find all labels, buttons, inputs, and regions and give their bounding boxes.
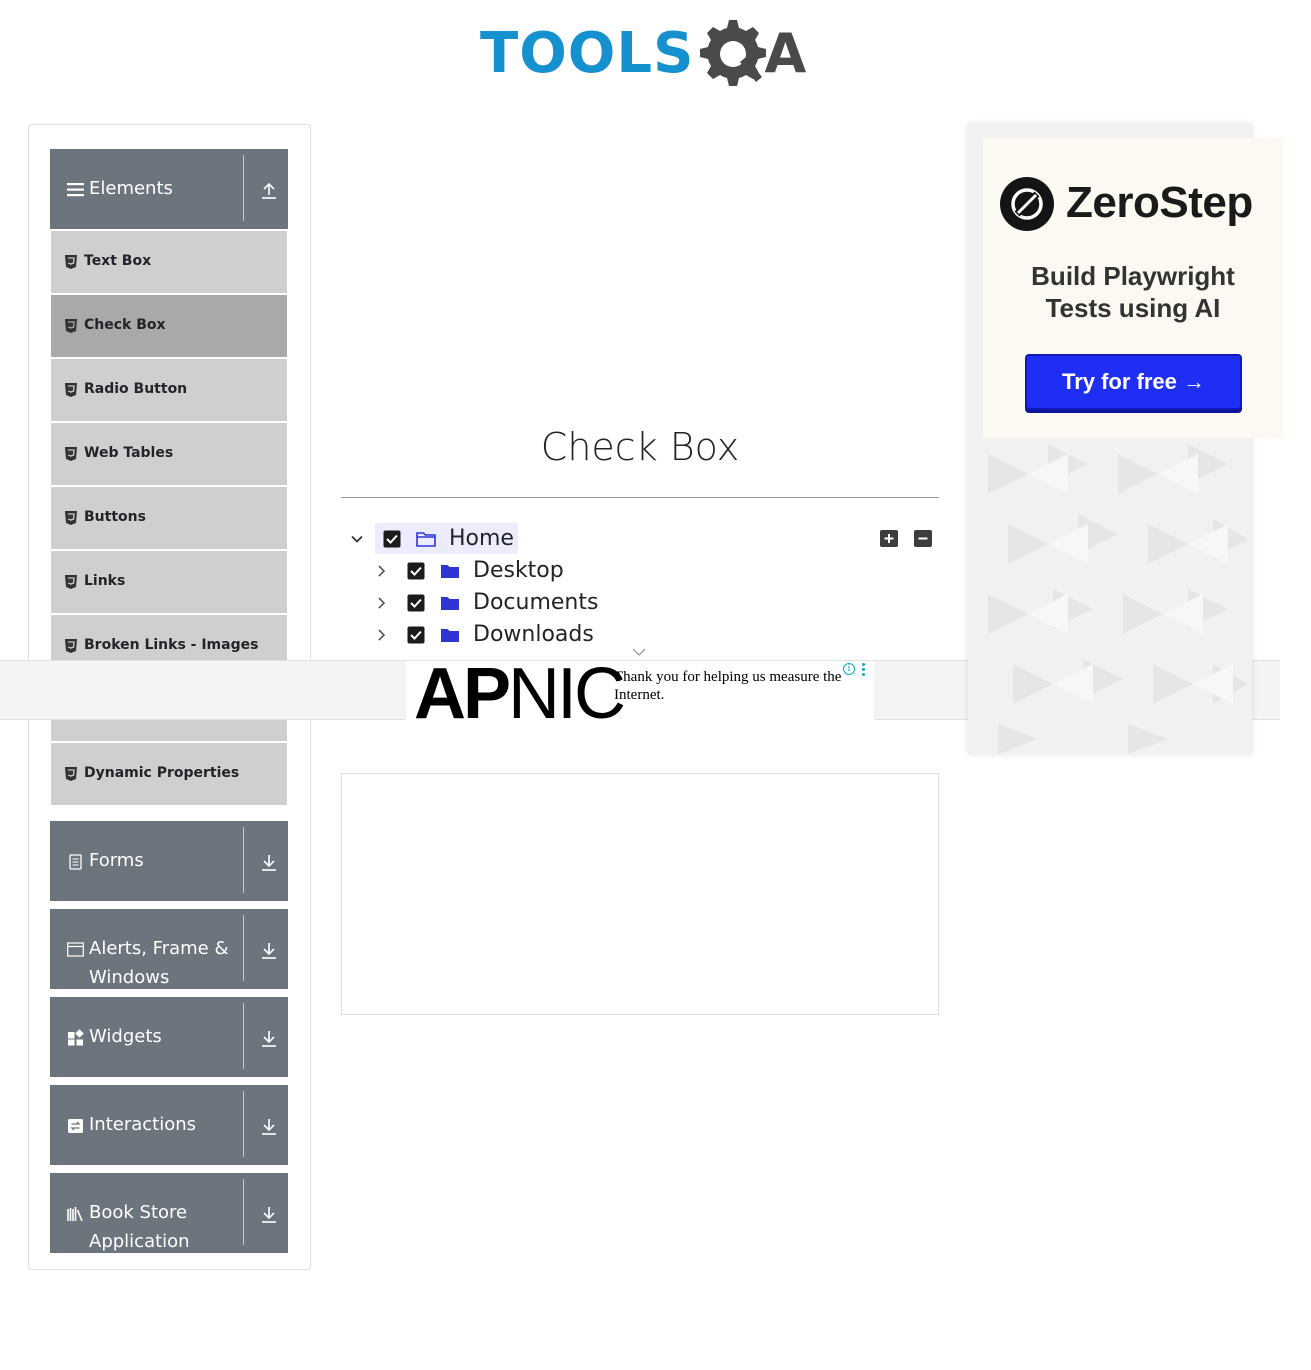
zerostep-tagline-1: Build Playwright xyxy=(1031,261,1235,291)
logo-text-a: A xyxy=(764,22,807,85)
group-title-book-store: Book Store xyxy=(89,1202,188,1223)
group-title-elements: Elements xyxy=(89,178,173,199)
group-title-interactions: Interactions xyxy=(89,1114,197,1135)
group-title-alerts: Alerts, Frame & xyxy=(89,938,229,959)
tree-node-label[interactable]: Downloads xyxy=(473,622,594,647)
menu-item-check-box[interactable]: Check Box xyxy=(51,295,287,357)
collapse-all-button[interactable] xyxy=(914,530,932,547)
menu-item-label: Broken Links - Images xyxy=(84,637,259,653)
menu-item-label: Text Box xyxy=(84,253,152,269)
group-divider xyxy=(243,915,244,981)
menu-item-buttons[interactable]: Buttons xyxy=(51,487,287,549)
download-arrow-icon xyxy=(262,855,276,871)
group-divider xyxy=(243,1091,244,1157)
html5-icon xyxy=(65,447,77,461)
interactions-icon xyxy=(68,1119,83,1133)
tree-node-label[interactable]: Desktop xyxy=(473,558,564,583)
banner-ad-text: Thank you for helping us measure the Int… xyxy=(614,669,842,703)
page-title: Check Box xyxy=(540,425,740,469)
group-header-book-store[interactable]: Book Store Application xyxy=(50,1173,288,1253)
group-header-alerts-frame-windows[interactable]: Alerts, Frame & Windows xyxy=(50,909,288,989)
download-arrow-icon xyxy=(262,943,276,959)
menu-item-radio-button[interactable]: Radio Button xyxy=(51,359,287,421)
plus-square-icon xyxy=(884,534,894,543)
document-icon xyxy=(69,854,82,870)
kebab-menu-icon[interactable] xyxy=(862,663,866,677)
group-divider xyxy=(243,1179,244,1245)
html5-icon xyxy=(65,255,77,269)
checkbox-checked-icon[interactable] xyxy=(407,594,425,612)
expand-all-button[interactable] xyxy=(880,530,898,547)
menu-item-label: Dynamic Properties xyxy=(84,765,240,781)
try-for-free-button[interactable]: Try for free → xyxy=(1025,354,1242,410)
banner-ad[interactable]: APNIC Thank you for helping us measure t… xyxy=(406,661,874,721)
checkbox-checked-icon[interactable] xyxy=(383,530,401,548)
group-header-widgets[interactable]: Widgets xyxy=(50,997,288,1077)
html5-icon xyxy=(65,383,77,397)
zerostep-brand: ZeroStep xyxy=(1066,178,1253,227)
group-divider xyxy=(243,1003,244,1069)
group-title-forms: Forms xyxy=(89,850,144,871)
toolsqa-logo[interactable]: TOOLS A xyxy=(480,14,810,94)
info-icon[interactable]: i xyxy=(843,663,855,675)
menu-item-dynamic-properties[interactable]: Dynamic Properties xyxy=(51,743,287,805)
tree-node-downloads: Downloads xyxy=(372,620,612,650)
html5-icon xyxy=(65,767,77,781)
chevron-down-icon[interactable] xyxy=(350,532,364,546)
menu-item-label: Check Box xyxy=(84,317,166,333)
menu-item-text-box[interactable]: Text Box xyxy=(51,231,287,293)
group-divider xyxy=(243,827,244,893)
widgets-icon xyxy=(68,1029,84,1046)
books-icon xyxy=(67,1207,83,1222)
html5-icon xyxy=(65,575,77,589)
group-title-alerts-line2: Windows xyxy=(89,967,170,988)
logo-gear-magnifier-icon xyxy=(696,16,767,92)
download-arrow-icon xyxy=(262,1031,276,1047)
chevron-right-icon[interactable] xyxy=(374,564,388,578)
upload-arrow-icon xyxy=(262,182,276,199)
checkbox-checked-icon[interactable] xyxy=(407,626,425,644)
group-header-elements[interactable]: Elements xyxy=(50,149,288,229)
tree-node-desktop: Desktop xyxy=(372,556,572,586)
apnic-logo: APNIC xyxy=(414,661,626,721)
download-arrow-icon xyxy=(262,1119,276,1135)
logo-text-tools: TOOLS xyxy=(480,21,695,86)
html5-icon xyxy=(65,319,77,333)
menu-item-links[interactable]: Links xyxy=(51,551,287,613)
hamburger-icon xyxy=(67,183,84,197)
folder-open-outline-icon xyxy=(416,532,436,547)
folder-icon xyxy=(441,629,459,642)
group-header-forms[interactable]: Forms xyxy=(50,821,288,901)
tree-node-home: Home xyxy=(348,523,520,554)
menu-item-label: Buttons xyxy=(84,509,146,525)
group-divider xyxy=(243,155,244,221)
title-divider xyxy=(341,497,939,498)
chevron-right-icon[interactable] xyxy=(374,628,388,642)
zerostep-logo-icon xyxy=(1000,177,1054,231)
tree-node-documents: Documents xyxy=(372,588,612,618)
chevron-down-icon[interactable] xyxy=(631,646,647,658)
window-icon xyxy=(67,942,84,957)
chevron-right-icon[interactable] xyxy=(374,596,388,610)
group-title-book-store-line2: Application xyxy=(89,1231,190,1252)
result-panel xyxy=(341,773,939,1015)
zerostep-ad-card[interactable]: ZeroStep Build Playwright Tests using AI… xyxy=(983,138,1283,438)
html5-icon xyxy=(65,639,77,653)
zerostep-tagline-2: Tests using AI xyxy=(1045,293,1221,323)
folder-icon xyxy=(441,597,459,610)
menu-item-label: Radio Button xyxy=(84,381,188,397)
minus-square-icon xyxy=(918,537,928,540)
group-header-interactions[interactable]: Interactions xyxy=(50,1085,288,1165)
menu-item-label: Web Tables xyxy=(84,445,174,461)
checkbox-checked-icon[interactable] xyxy=(407,562,425,580)
group-title-widgets: Widgets xyxy=(89,1026,162,1047)
html5-icon xyxy=(65,511,77,525)
tree-node-label[interactable]: Documents xyxy=(473,590,598,615)
menu-item-label: Links xyxy=(84,573,126,589)
download-arrow-icon xyxy=(262,1207,276,1223)
menu-item-web-tables[interactable]: Web Tables xyxy=(51,423,287,485)
folder-icon xyxy=(441,565,459,578)
tree-node-label[interactable]: Home xyxy=(449,526,514,551)
